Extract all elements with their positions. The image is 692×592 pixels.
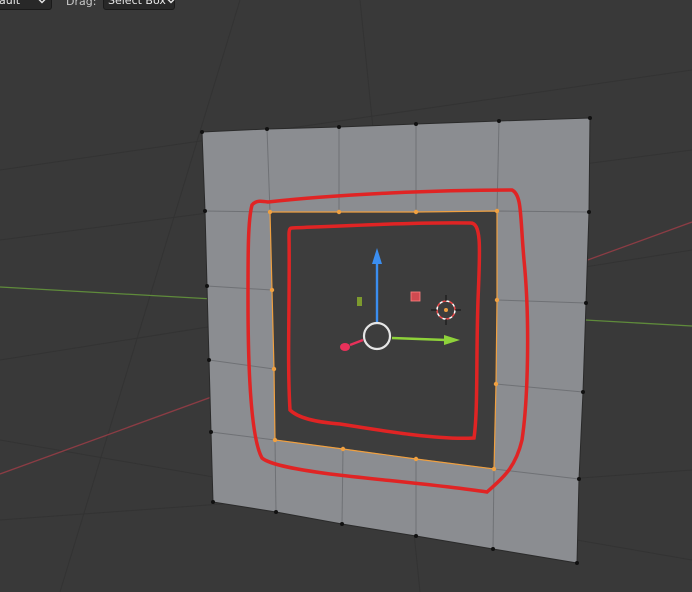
viewport-canvas[interactable] — [0, 0, 692, 592]
drag-label: Drag: — [66, 0, 97, 8]
drag-select-dropdown[interactable]: Select Box — [103, 0, 175, 10]
drag-dropdown-value: Select Box — [108, 0, 166, 7]
mode-dropdown-value: ault — [0, 0, 21, 7]
chevron-down-icon — [37, 0, 47, 6]
mode-dropdown[interactable]: ault — [0, 0, 52, 10]
3d-viewport[interactable] — [0, 0, 692, 592]
chevron-down-icon — [166, 0, 176, 6]
camera-icon[interactable] — [357, 297, 362, 306]
mesh-plane[interactable] — [200, 116, 592, 565]
gizmo-x-handle-icon[interactable] — [340, 343, 350, 351]
light-icon[interactable] — [410, 291, 421, 302]
